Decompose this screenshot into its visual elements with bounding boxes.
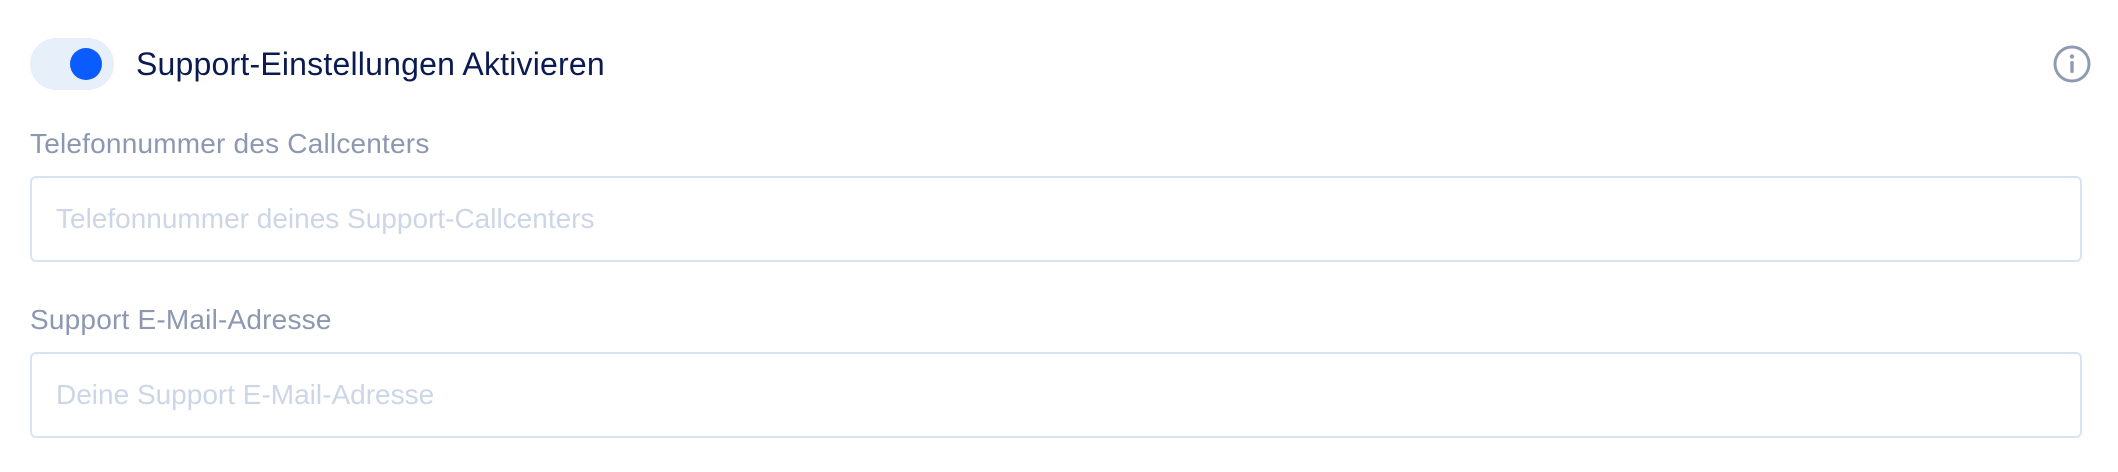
support-toggle-label: Support-Einstellungen Aktivieren bbox=[136, 45, 605, 82]
support-email-input[interactable] bbox=[30, 352, 2082, 438]
email-field-label: Support E-Mail-Adresse bbox=[30, 304, 332, 335]
info-icon[interactable] bbox=[2052, 44, 2092, 84]
support-toggle-row: Support-Einstellungen Aktivieren bbox=[30, 36, 2091, 92]
support-enable-toggle[interactable] bbox=[30, 38, 114, 90]
info-icon-graphic bbox=[2053, 45, 2091, 83]
phone-field-label: Telefonnummer des Callcenters bbox=[30, 128, 430, 159]
toggle-knob bbox=[70, 48, 102, 80]
callcenter-phone-input[interactable] bbox=[30, 176, 2082, 262]
